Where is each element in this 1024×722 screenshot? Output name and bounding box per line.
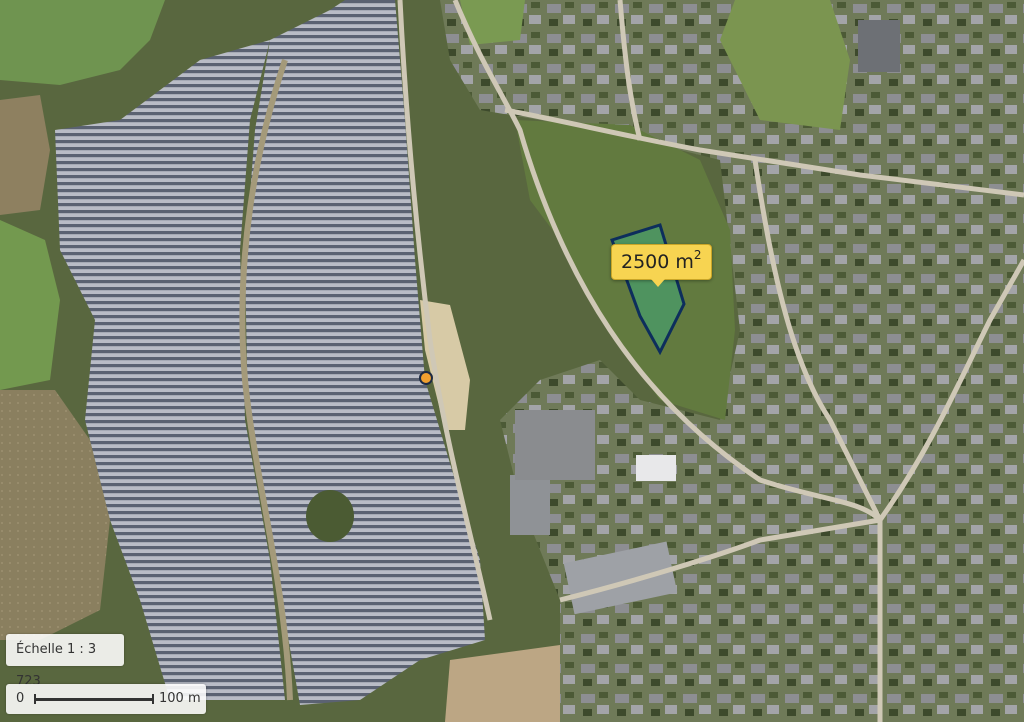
sports-hall (858, 20, 900, 72)
location-marker[interactable] (419, 371, 433, 385)
scale-bar: 0 100 m (6, 684, 206, 714)
area-value: 2500 m (621, 251, 694, 273)
scale-ratio-box: Échelle 1 : 3 723 (6, 634, 124, 689)
scale-bar-line (34, 694, 154, 704)
white-building (636, 455, 676, 481)
scale-distance-label: 100 m (159, 691, 201, 706)
scale-zero-label: 0 (16, 691, 25, 706)
area-unit-exponent: 2 (693, 248, 702, 262)
parking-lot (515, 410, 595, 480)
tree-island (306, 490, 354, 542)
building-south (510, 475, 550, 535)
area-measure-tooltip: 2500 m2 (611, 244, 712, 287)
map-canvas[interactable] (0, 0, 1024, 722)
